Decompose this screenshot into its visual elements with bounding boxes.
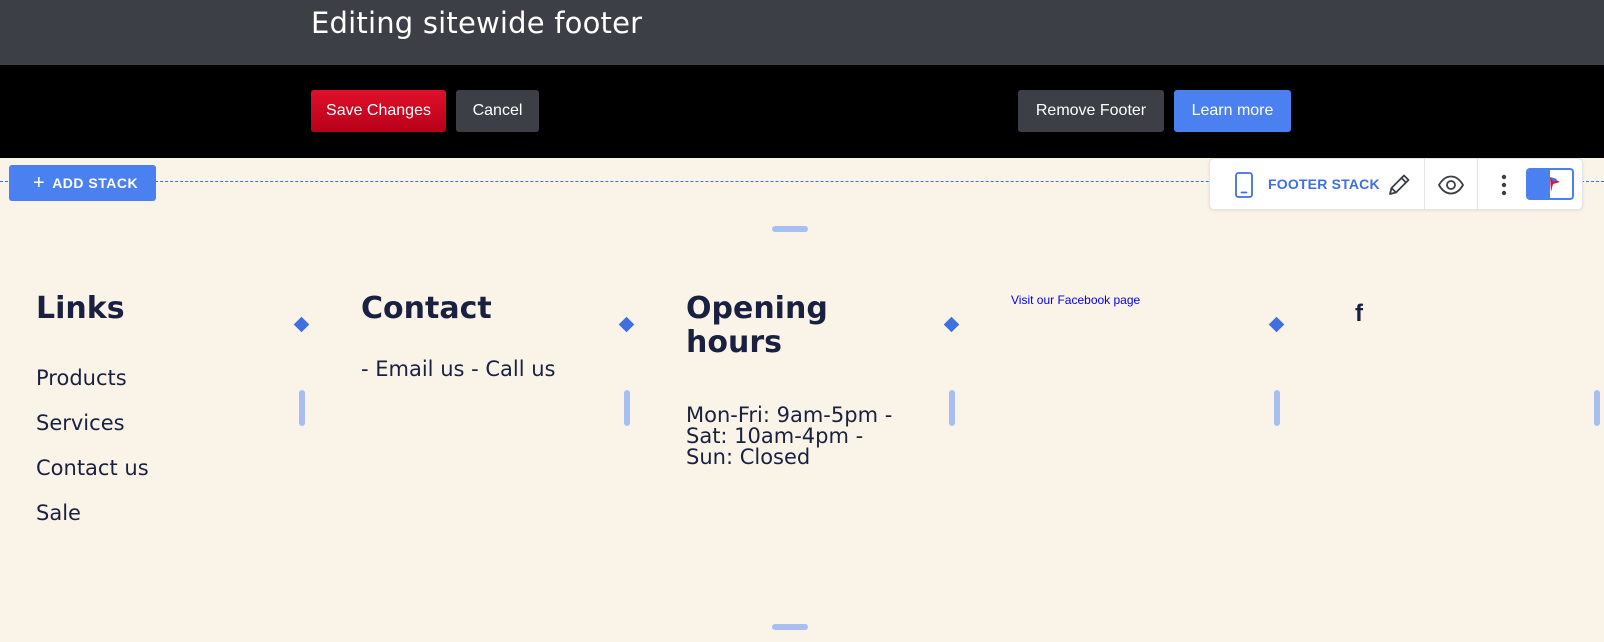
column-resize-handle[interactable] [618, 316, 635, 333]
links-heading: Links [36, 291, 125, 326]
learn-more-button[interactable]: Learn more [1174, 90, 1291, 132]
cancel-button[interactable]: Cancel [456, 90, 539, 132]
column-drag-handle[interactable] [1594, 390, 1600, 426]
add-stack-button[interactable]: + ADD STACK [9, 165, 156, 201]
drag-handle-bottom[interactable] [772, 624, 808, 630]
opening-hours-text: Mon-Fri: 9am-5pm - Sat: 10am-4pm - Sun: … [686, 403, 893, 469]
drag-handle-top[interactable] [772, 226, 808, 232]
links-list: Products Services Contact us Sale [36, 365, 149, 545]
eye-icon[interactable] [1436, 172, 1466, 198]
column-resize-handle[interactable] [293, 316, 310, 333]
pencil-icon[interactable] [1385, 171, 1413, 199]
column-resize-handle[interactable] [943, 316, 960, 333]
column-resize-handle[interactable] [1268, 316, 1285, 333]
contact-text: - Email us - Call us [361, 357, 556, 381]
top-bar: Editing sitewide footer [0, 0, 1604, 65]
more-vertical-icon[interactable] [1500, 173, 1508, 197]
link-products[interactable]: Products [36, 365, 149, 410]
footer-editor-canvas: + ADD STACK FOOTER STACK Links Products … [0, 158, 1604, 642]
column-drag-handle[interactable] [949, 390, 955, 426]
toolbar-divider [1424, 159, 1425, 211]
link-services[interactable]: Services [36, 410, 149, 455]
column-drag-handle[interactable] [299, 390, 305, 426]
toolbar-divider [1477, 159, 1478, 211]
stack-toolbar: FOOTER STACK [1209, 158, 1583, 211]
contact-heading: Contact [361, 291, 492, 326]
link-sale[interactable]: Sale [36, 500, 149, 545]
action-bar: Save Changes Cancel Remove Footer Learn … [0, 65, 1604, 158]
remove-footer-button[interactable]: Remove Footer [1018, 90, 1164, 132]
facebook-icon[interactable]: f [1355, 300, 1363, 328]
app-logo-icon[interactable] [1526, 168, 1574, 200]
footer-stack-label: FOOTER STACK [1268, 176, 1380, 192]
column-drag-handle[interactable] [1274, 390, 1280, 426]
page-title: Editing sitewide footer [311, 6, 643, 40]
phone-icon[interactable] [1234, 172, 1254, 198]
add-stack-label: ADD STACK [52, 175, 139, 191]
link-contact-us[interactable]: Contact us [36, 455, 149, 500]
plus-icon: + [33, 172, 46, 194]
opening-hours-heading: Opening hours [686, 291, 828, 360]
column-drag-handle[interactable] [624, 390, 630, 426]
facebook-link[interactable]: Visit our Facebook page [1011, 293, 1140, 307]
save-changes-button[interactable]: Save Changes [311, 90, 446, 132]
